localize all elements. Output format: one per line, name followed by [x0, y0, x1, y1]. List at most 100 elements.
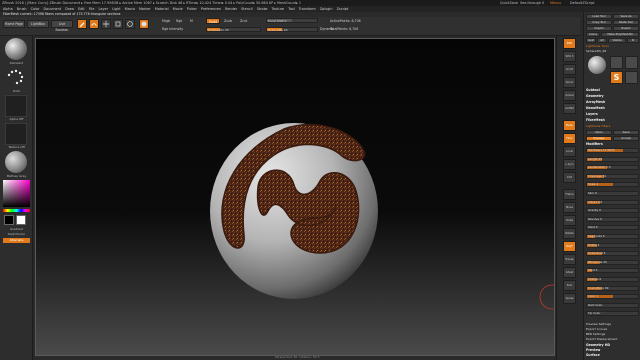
simple-brush-thumbnail[interactable]: S	[610, 71, 623, 84]
secondary-color-swatch[interactable]	[16, 215, 26, 225]
lightbox-button[interactable]: LightBox	[27, 20, 49, 28]
m-toggle[interactable]: M	[190, 19, 193, 23]
save-fibers-button[interactable]: Save	[613, 130, 639, 135]
visible-button[interactable]: Visible	[608, 38, 626, 43]
fiber-slider[interactable]: Imbed 0.6	[586, 199, 639, 205]
xpose-button[interactable]: Xpose	[563, 293, 576, 304]
fiber-slider[interactable]: LevVariation 1.5	[586, 165, 639, 171]
accept-fibers-button[interactable]: Accept	[613, 136, 639, 141]
polyf-button[interactable]: PolyF	[563, 241, 576, 252]
fiber-slider[interactable]: Profile 4	[586, 242, 639, 248]
lightbox-fibers-button[interactable]: Lightbox▸ Fibers	[586, 124, 639, 129]
z-intensity-slider[interactable]: Z Intensity 25	[206, 27, 261, 32]
modifiers-header[interactable]: Modifiers	[586, 142, 639, 147]
floor-button[interactable]: Floor	[563, 133, 576, 144]
focal-shift-slider[interactable]: Focal Shift 0	[266, 18, 318, 23]
fiber-slider[interactable]: Scale 1	[586, 182, 639, 188]
arraymesh-header[interactable]: ArrayMesh	[586, 100, 639, 105]
move-icon[interactable]	[101, 19, 111, 29]
solo-button[interactable]: Solo	[563, 280, 576, 291]
nanomesh-header[interactable]: NanoMesh	[586, 106, 639, 111]
local-button[interactable]: Local	[563, 146, 576, 157]
frame-button[interactable]: Frame	[563, 189, 576, 200]
menu-transform[interactable]: Transform	[299, 6, 316, 12]
menu-zscript[interactable]: Zscript	[337, 6, 349, 12]
color-picker[interactable]	[3, 180, 30, 207]
zoom-button[interactable]: Zoom	[563, 77, 576, 88]
rgb-toggle[interactable]: Rgb	[176, 19, 182, 23]
alpha-thumbnail[interactable]	[5, 95, 27, 117]
draw-size-slider[interactable]: Draw Size 64	[266, 27, 318, 32]
copy-tool-button[interactable]: Copy Tool	[586, 20, 612, 25]
geometry-header[interactable]: Geometry	[586, 94, 639, 99]
fiber-slider[interactable]: Color 1	[586, 294, 639, 300]
menu-texture[interactable]: Texture	[272, 6, 284, 12]
xyz-button[interactable]: XYZ	[563, 172, 576, 183]
persp-button[interactable]: Persp	[563, 120, 576, 131]
fiber-slider[interactable]: Length 15	[586, 156, 639, 162]
material-sphere-icon[interactable]	[5, 151, 27, 173]
stroke-dots-icon[interactable]	[5, 67, 27, 89]
fibermesh-thumbnail[interactable]	[625, 71, 638, 84]
import-button[interactable]: Import	[586, 26, 612, 31]
export-displacement-header[interactable]: Export Displacement	[586, 337, 639, 342]
scroll-button[interactable]: Scroll	[563, 64, 576, 75]
sphere-brush-icon[interactable]	[139, 19, 149, 29]
goz-button[interactable]: GoZ	[586, 38, 596, 43]
export-button[interactable]: Export	[613, 26, 639, 31]
menu-stroke[interactable]: Stroke	[257, 6, 268, 12]
viewport-canvas[interactable]	[35, 38, 555, 356]
fiber-slider[interactable]: Slim 0	[586, 191, 639, 196]
surface-header[interactable]: Surface	[586, 353, 639, 358]
sphere3d-thumbnail[interactable]	[588, 56, 606, 74]
hue-strip[interactable]	[3, 209, 30, 212]
alternate-button[interactable]: Alternate	[3, 238, 30, 243]
lsym-button[interactable]: L.Sym	[563, 159, 576, 170]
zadd-toggle[interactable]: Zadd	[206, 18, 220, 24]
menu-tool[interactable]: Tool	[288, 6, 295, 12]
bpr-button[interactable]: BPR	[563, 38, 576, 49]
texture-thumbnail[interactable]	[5, 123, 27, 145]
subtool-header[interactable]: Subtool	[586, 88, 639, 93]
fiber-slider[interactable]: Twist 5	[586, 268, 639, 274]
menu-zplugin[interactable]: Zplugin	[320, 6, 333, 12]
fiber-slider[interactable]: Twist 0	[586, 225, 639, 231]
preview-fibers-button[interactable]: Preview	[586, 136, 612, 141]
load-tool-button[interactable]: Load Tool	[586, 14, 612, 19]
fiber-slider[interactable]: Revolve 0	[586, 216, 639, 222]
polymesh-thumbnail[interactable]	[625, 56, 638, 69]
fiber-slider[interactable]: Coverage 34	[586, 173, 639, 179]
switch-color-button[interactable]: SwitchColor	[2, 232, 31, 236]
cylinder-thumbnail[interactable]	[610, 56, 623, 69]
primary-color-swatch[interactable]	[4, 215, 14, 225]
fiber-slider[interactable]: MaxFibers 17.5833	[586, 148, 639, 153]
all-button[interactable]: All	[597, 38, 607, 43]
ghost-button[interactable]: Ghost	[563, 267, 576, 278]
layers-header[interactable]: Layers	[586, 112, 639, 117]
open-fibers-button[interactable]: Open	[586, 130, 612, 135]
paste-tool-button[interactable]: Paste Tool	[613, 20, 639, 25]
fiber-slider[interactable]: BDiagonal 25	[586, 259, 639, 265]
make-polymesh-button[interactable]: Make PolyMesh3D	[601, 32, 639, 37]
standard-brush-icon[interactable]	[5, 38, 27, 60]
fiber-slider[interactable]: Tip Color	[586, 311, 639, 317]
fiber-slider[interactable]: Clumps 6	[586, 277, 639, 282]
fiber-slider[interactable]: Root Color	[586, 302, 639, 308]
scale-icon[interactable]	[113, 19, 123, 29]
aahalf-button[interactable]: AAHalf	[563, 103, 576, 114]
live-boolean-button[interactable]: Live Boolean	[51, 20, 73, 32]
rotate-view-button[interactable]: Rotate	[563, 228, 576, 239]
home-page-button[interactable]: Home Page	[3, 20, 25, 28]
zsub-toggle[interactable]: Zsub	[224, 19, 232, 23]
fibermesh-header[interactable]: FiberMesh	[586, 118, 639, 123]
scale-view-button[interactable]: Scale	[563, 215, 576, 226]
fiber-slider[interactable]: Gravity 0	[586, 208, 639, 214]
actual-button[interactable]: Actual	[563, 90, 576, 101]
mrgb-toggle[interactable]: Mrgb	[162, 19, 170, 23]
fiber-slider[interactable]: Scale Root 4	[586, 251, 639, 257]
move-view-button[interactable]: Move	[563, 202, 576, 213]
fiber-slider[interactable]: Segments 5	[586, 234, 639, 239]
edit-icon[interactable]	[77, 19, 87, 29]
spix-button[interactable]: SPix 3	[563, 51, 576, 62]
draw-icon[interactable]	[89, 19, 99, 29]
